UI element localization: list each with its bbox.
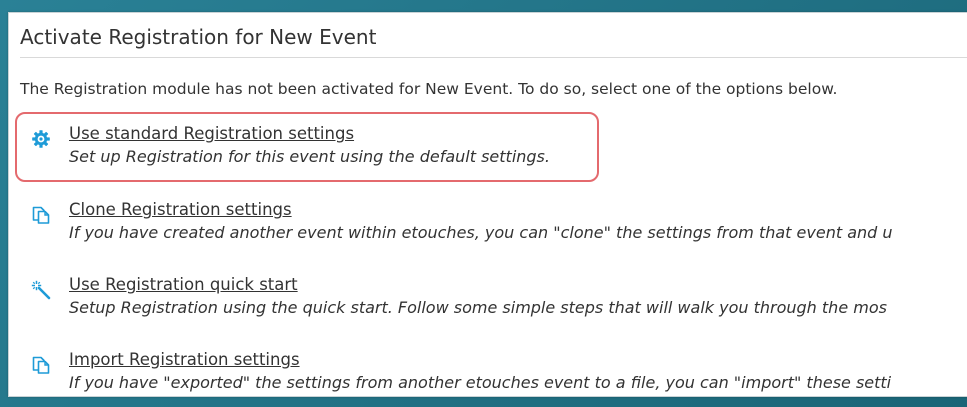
option-import-settings[interactable]: Import Registration settings If you have… xyxy=(20,350,967,396)
gear-icon xyxy=(31,129,51,149)
magic-wand-icon xyxy=(31,280,51,300)
copy-icon xyxy=(31,355,51,375)
use-standard-settings-link[interactable]: Use standard Registration settings xyxy=(69,124,354,143)
option-standard-settings[interactable]: Use standard Registration settings Set u… xyxy=(20,124,967,174)
activate-registration-panel: Activate Registration for New Event The … xyxy=(8,12,967,397)
copy-icon xyxy=(31,205,51,225)
intro-text: The Registration module has not been act… xyxy=(20,80,838,98)
import-settings-link[interactable]: Import Registration settings xyxy=(69,350,300,369)
quick-start-link[interactable]: Use Registration quick start xyxy=(69,275,298,294)
option-quick-start[interactable]: Use Registration quick start Setup Regis… xyxy=(20,275,967,325)
option-clone-settings[interactable]: Clone Registration settings If you have … xyxy=(20,200,967,250)
option-description: If you have created another event within… xyxy=(69,223,893,242)
option-description: If you have "exported" the settings from… xyxy=(69,373,892,392)
option-description: Setup Registration using the quick start… xyxy=(69,298,887,317)
option-description: Set up Registration for this event using… xyxy=(69,147,550,166)
panel-title: Activate Registration for New Event xyxy=(20,25,377,49)
title-divider xyxy=(20,57,967,58)
clone-settings-link[interactable]: Clone Registration settings xyxy=(69,200,292,219)
